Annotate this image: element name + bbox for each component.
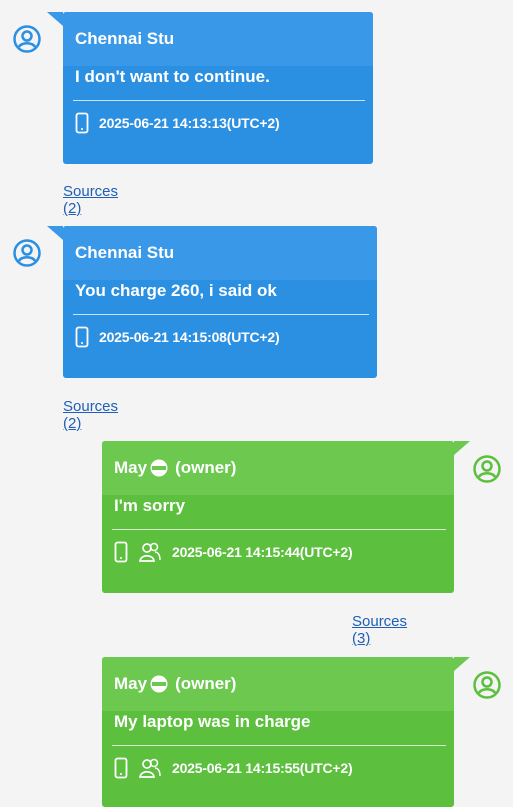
message-bubble: Chennai Stu I don't want to continue. 20…: [47, 12, 373, 164]
phone-icon: [114, 541, 128, 563]
timestamp: 2025-06-21 14:15:55(UTC+2): [172, 759, 353, 776]
sender-header: May (owner): [102, 657, 454, 711]
avatar: [472, 454, 502, 484]
sender-name: Chennai Stu: [63, 12, 373, 66]
owner-label: (owner): [175, 674, 237, 693]
sender-name: May: [114, 674, 148, 693]
message-bubble: May (owner) My laptop was in charge 2025…: [102, 657, 470, 807]
avatar: [12, 238, 42, 268]
sender-header: May (owner): [102, 441, 454, 495]
phone-icon: [75, 326, 89, 348]
bubble-tail: [47, 12, 63, 26]
sender-name: May: [114, 458, 148, 477]
message-footer: 2025-06-21 14:15:44(UTC+2): [102, 530, 454, 573]
timestamp: 2025-06-21 14:13:13(UTC+2): [99, 114, 280, 131]
message-footer: 2025-06-21 14:13:13(UTC+2): [63, 101, 373, 144]
message-bubble: Chennai Stu You charge 260, i said ok 20…: [47, 226, 377, 378]
user-avatar-icon: [13, 239, 41, 267]
phone-icon: [75, 112, 89, 134]
smiley-icon: [149, 458, 169, 478]
avatar: [12, 24, 42, 54]
bubble-tail: [47, 226, 63, 240]
sender-name: Chennai Stu: [63, 226, 377, 280]
message-footer: 2025-06-21 14:15:08(UTC+2): [63, 315, 377, 358]
sources-link[interactable]: Sources (3): [352, 613, 407, 647]
group-icon: [138, 757, 162, 779]
bubble-tail: [454, 441, 470, 455]
smiley-icon: [149, 674, 169, 694]
group-icon: [138, 541, 162, 563]
avatar: [472, 670, 502, 700]
owner-label: (owner): [175, 458, 237, 477]
bubble-tail: [454, 657, 470, 671]
message-footer: 2025-06-21 14:15:55(UTC+2): [102, 746, 454, 789]
timestamp: 2025-06-21 14:15:44(UTC+2): [172, 543, 353, 560]
user-avatar-icon: [473, 455, 501, 483]
sources-link[interactable]: Sources (2): [63, 183, 118, 217]
timestamp: 2025-06-21 14:15:08(UTC+2): [99, 328, 280, 345]
sources-link[interactable]: Sources (2): [63, 398, 118, 432]
message-bubble: May (owner) I'm sorry 2025-06-21 14:15:4…: [102, 441, 470, 593]
user-avatar-icon: [473, 671, 501, 699]
user-avatar-icon: [13, 25, 41, 53]
phone-icon: [114, 757, 128, 779]
